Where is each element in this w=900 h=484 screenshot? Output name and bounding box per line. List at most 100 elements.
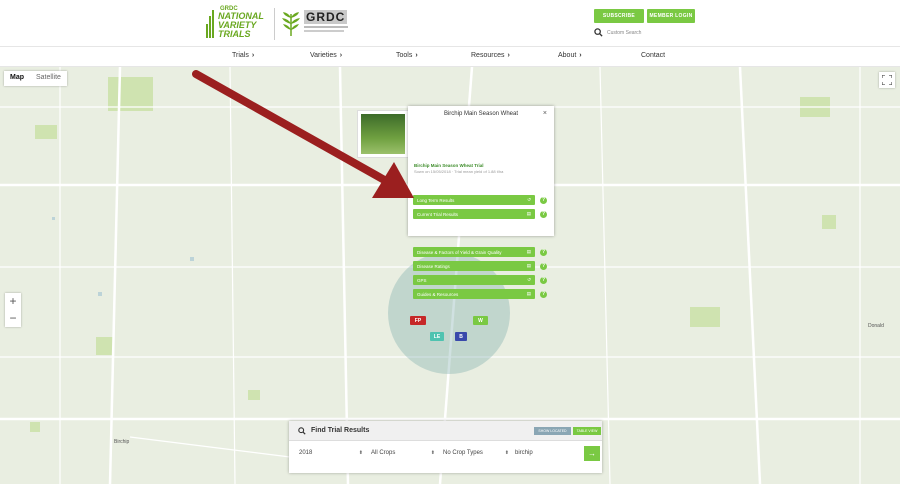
map-label-birchip: Birchip (114, 439, 130, 445)
crops-select[interactable]: All Crops ⬍ (371, 450, 435, 456)
document-icon: ▤ (526, 211, 531, 216)
member-login-button[interactable]: MEMBER LOGIN (647, 9, 695, 23)
year-value: 2018 (299, 450, 313, 456)
nvt-logo[interactable]: GRDC NATIONAL VARIETY TRIALS (204, 6, 268, 42)
nav-varieties[interactable]: Varieties › (310, 52, 342, 59)
zoom-in-button[interactable]: + (5, 293, 21, 310)
wheat-icon (282, 12, 300, 36)
popup-row-guides[interactable]: Guides & Resources ▤? (413, 289, 547, 299)
chevron-right-icon: › (579, 52, 582, 59)
popup-row-gps[interactable]: GPS ↺? (413, 275, 547, 285)
table-view-button[interactable]: TABLE VIEW (573, 427, 601, 435)
crop-types-value: No Crop Types (443, 450, 483, 456)
long-term-results-label: Long Term Results (417, 197, 455, 203)
nav-resources-label: Resources (471, 52, 505, 59)
fullscreen-icon (882, 75, 892, 85)
marker-b[interactable]: B (455, 332, 467, 341)
marker-le[interactable]: LE (430, 332, 444, 341)
select-arrow-icon: ⬍ (358, 450, 363, 456)
fullscreen-button[interactable] (879, 72, 895, 88)
find-trial-results-panel: Find Trial Results SHOW LOCATED TABLE VI… (289, 421, 602, 473)
popup-row-current[interactable]: Current Trial Results ▤? (413, 209, 547, 219)
crops-value: All Crops (371, 450, 396, 456)
grdc-logo-text: GRDC (304, 10, 348, 24)
marker-w[interactable]: W (473, 316, 488, 325)
logo-subtext-2 (304, 30, 344, 32)
grdc-logo[interactable]: GRDC (280, 8, 350, 40)
zoom-out-button[interactable]: − (5, 310, 21, 327)
info-icon[interactable]: ? (540, 210, 547, 218)
nav-trials-label: Trials (232, 52, 249, 59)
trial-popup: Birchip Main Season Wheat × Long Term Re… (408, 106, 554, 236)
popup-row-disease-ratings[interactable]: Disease Ratings ▤? (413, 261, 547, 271)
chevron-right-icon: › (507, 52, 510, 59)
nav-trials[interactable]: Trials › (232, 52, 254, 59)
nav-contact-label: Contact (641, 52, 666, 59)
chevron-right-icon: › (251, 52, 255, 59)
guides-resources-label: Guides & Resources (417, 291, 459, 297)
chevron-right-icon: › (339, 52, 343, 59)
map-type-control: Map Satellite (4, 71, 67, 86)
chevron-right-icon: › (415, 52, 418, 59)
gps-label: GPS (417, 277, 427, 283)
trial-details: Sown on 15/05/2018 · Trial mean yield of… (414, 169, 504, 174)
disease-ratings-label: Disease Ratings (417, 263, 450, 269)
logo-subtext (304, 26, 348, 28)
search-icon (298, 427, 306, 435)
trial-thumbnail[interactable] (357, 110, 409, 158)
document-icon: ▤ (526, 249, 531, 254)
select-arrow-icon: ⬍ (430, 450, 435, 456)
info-icon[interactable]: ? (540, 290, 547, 298)
info-icon[interactable]: ? (540, 262, 547, 270)
trial-photo (361, 114, 405, 154)
nav-varieties-label: Varieties (310, 52, 337, 59)
search-icon (594, 28, 603, 37)
zoom-control: + − (5, 293, 21, 327)
go-button[interactable]: → (584, 446, 600, 461)
refresh-icon: ↺ (527, 277, 531, 282)
disease-factors-button[interactable]: Disease & Factors of Yield & Grain Quali… (413, 247, 535, 257)
logo-divider (274, 8, 275, 40)
disease-ratings-button[interactable]: Disease Ratings ▤ (413, 261, 535, 271)
nav-about[interactable]: About › (558, 52, 582, 59)
nav-tools[interactable]: Tools › (396, 52, 418, 59)
location-value: birchip (515, 450, 533, 456)
close-icon[interactable]: × (543, 110, 547, 117)
marker-fp[interactable]: FP (410, 316, 426, 325)
subscribe-button[interactable]: SUBSCRIBE (594, 9, 644, 23)
current-trial-results-label: Current Trial Results (417, 211, 459, 217)
page: GRDC NATIONAL VARIETY TRIALS GRDC SUBSCR… (0, 0, 900, 484)
header: GRDC NATIONAL VARIETY TRIALS GRDC SUBSCR… (0, 0, 900, 46)
crop-types-select[interactable]: No Crop Types ⬍ (443, 450, 509, 456)
info-icon[interactable]: ? (540, 196, 547, 204)
logo-line-3: TRIALS (218, 29, 251, 39)
map-type-satellite[interactable]: Satellite (30, 71, 67, 86)
location-input[interactable]: birchip (515, 450, 579, 456)
popup-title: Birchip Main Season Wheat (443, 111, 519, 117)
gps-button[interactable]: GPS ↺ (413, 275, 535, 285)
document-icon: ▤ (526, 291, 531, 296)
guides-resources-button[interactable]: Guides & Resources ▤ (413, 289, 535, 299)
find-panel-title: Find Trial Results (311, 427, 370, 434)
nav-resources[interactable]: Resources › (471, 52, 510, 59)
search-placeholder: Custom Search (607, 29, 642, 36)
disease-factors-label: Disease & Factors of Yield & Grain Quali… (417, 249, 502, 255)
logo-bars (206, 10, 216, 38)
info-icon[interactable]: ? (540, 248, 547, 256)
nav-tools-label: Tools (396, 52, 413, 59)
year-select[interactable]: 2018 ⬍ (299, 450, 363, 456)
nav-contact[interactable]: Contact (641, 52, 665, 59)
select-arrow-icon: ⬍ (504, 450, 509, 456)
custom-search[interactable]: Custom Search (594, 26, 694, 39)
info-icon[interactable]: ? (540, 276, 547, 284)
popup-row-long-term[interactable]: Long Term Results ↺? (413, 195, 547, 205)
show-located-button[interactable]: SHOW LOCATED (534, 427, 571, 435)
popup-row-disease-factors[interactable]: Disease & Factors of Yield & Grain Quali… (413, 247, 547, 257)
map-label-donald: Donald (868, 323, 884, 329)
long-term-results-button[interactable]: Long Term Results ↺ (413, 195, 535, 205)
find-panel-header: Find Trial Results SHOW LOCATED TABLE VI… (289, 421, 602, 441)
main-nav: Trials › Varieties › Tools › Resources › Abo… (0, 46, 900, 67)
nav-about-label: About (558, 52, 577, 59)
current-trial-results-button[interactable]: Current Trial Results ▤ (413, 209, 535, 219)
map-type-map[interactable]: Map (4, 71, 30, 86)
